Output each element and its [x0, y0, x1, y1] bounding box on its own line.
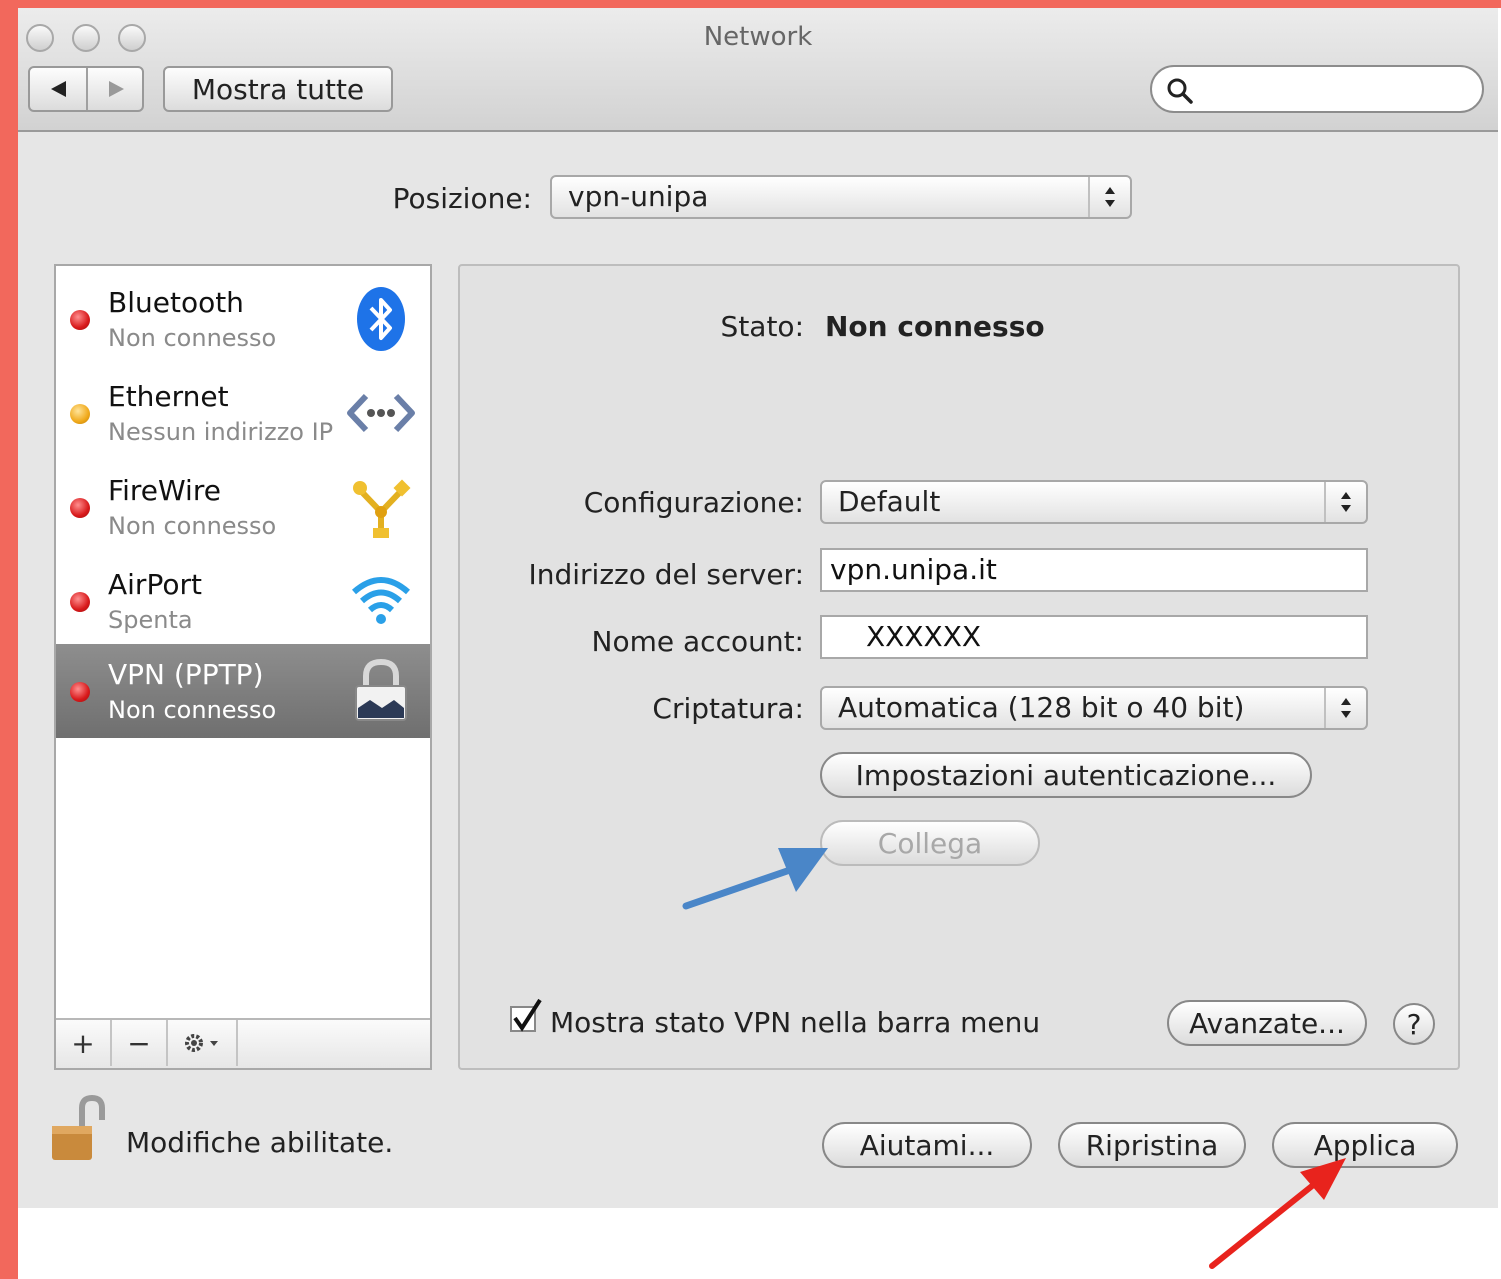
red-annotation-arrow [1209, 1158, 1346, 1269]
annotation-overlay [682, 848, 1346, 1269]
blue-annotation-arrow [682, 848, 828, 910]
